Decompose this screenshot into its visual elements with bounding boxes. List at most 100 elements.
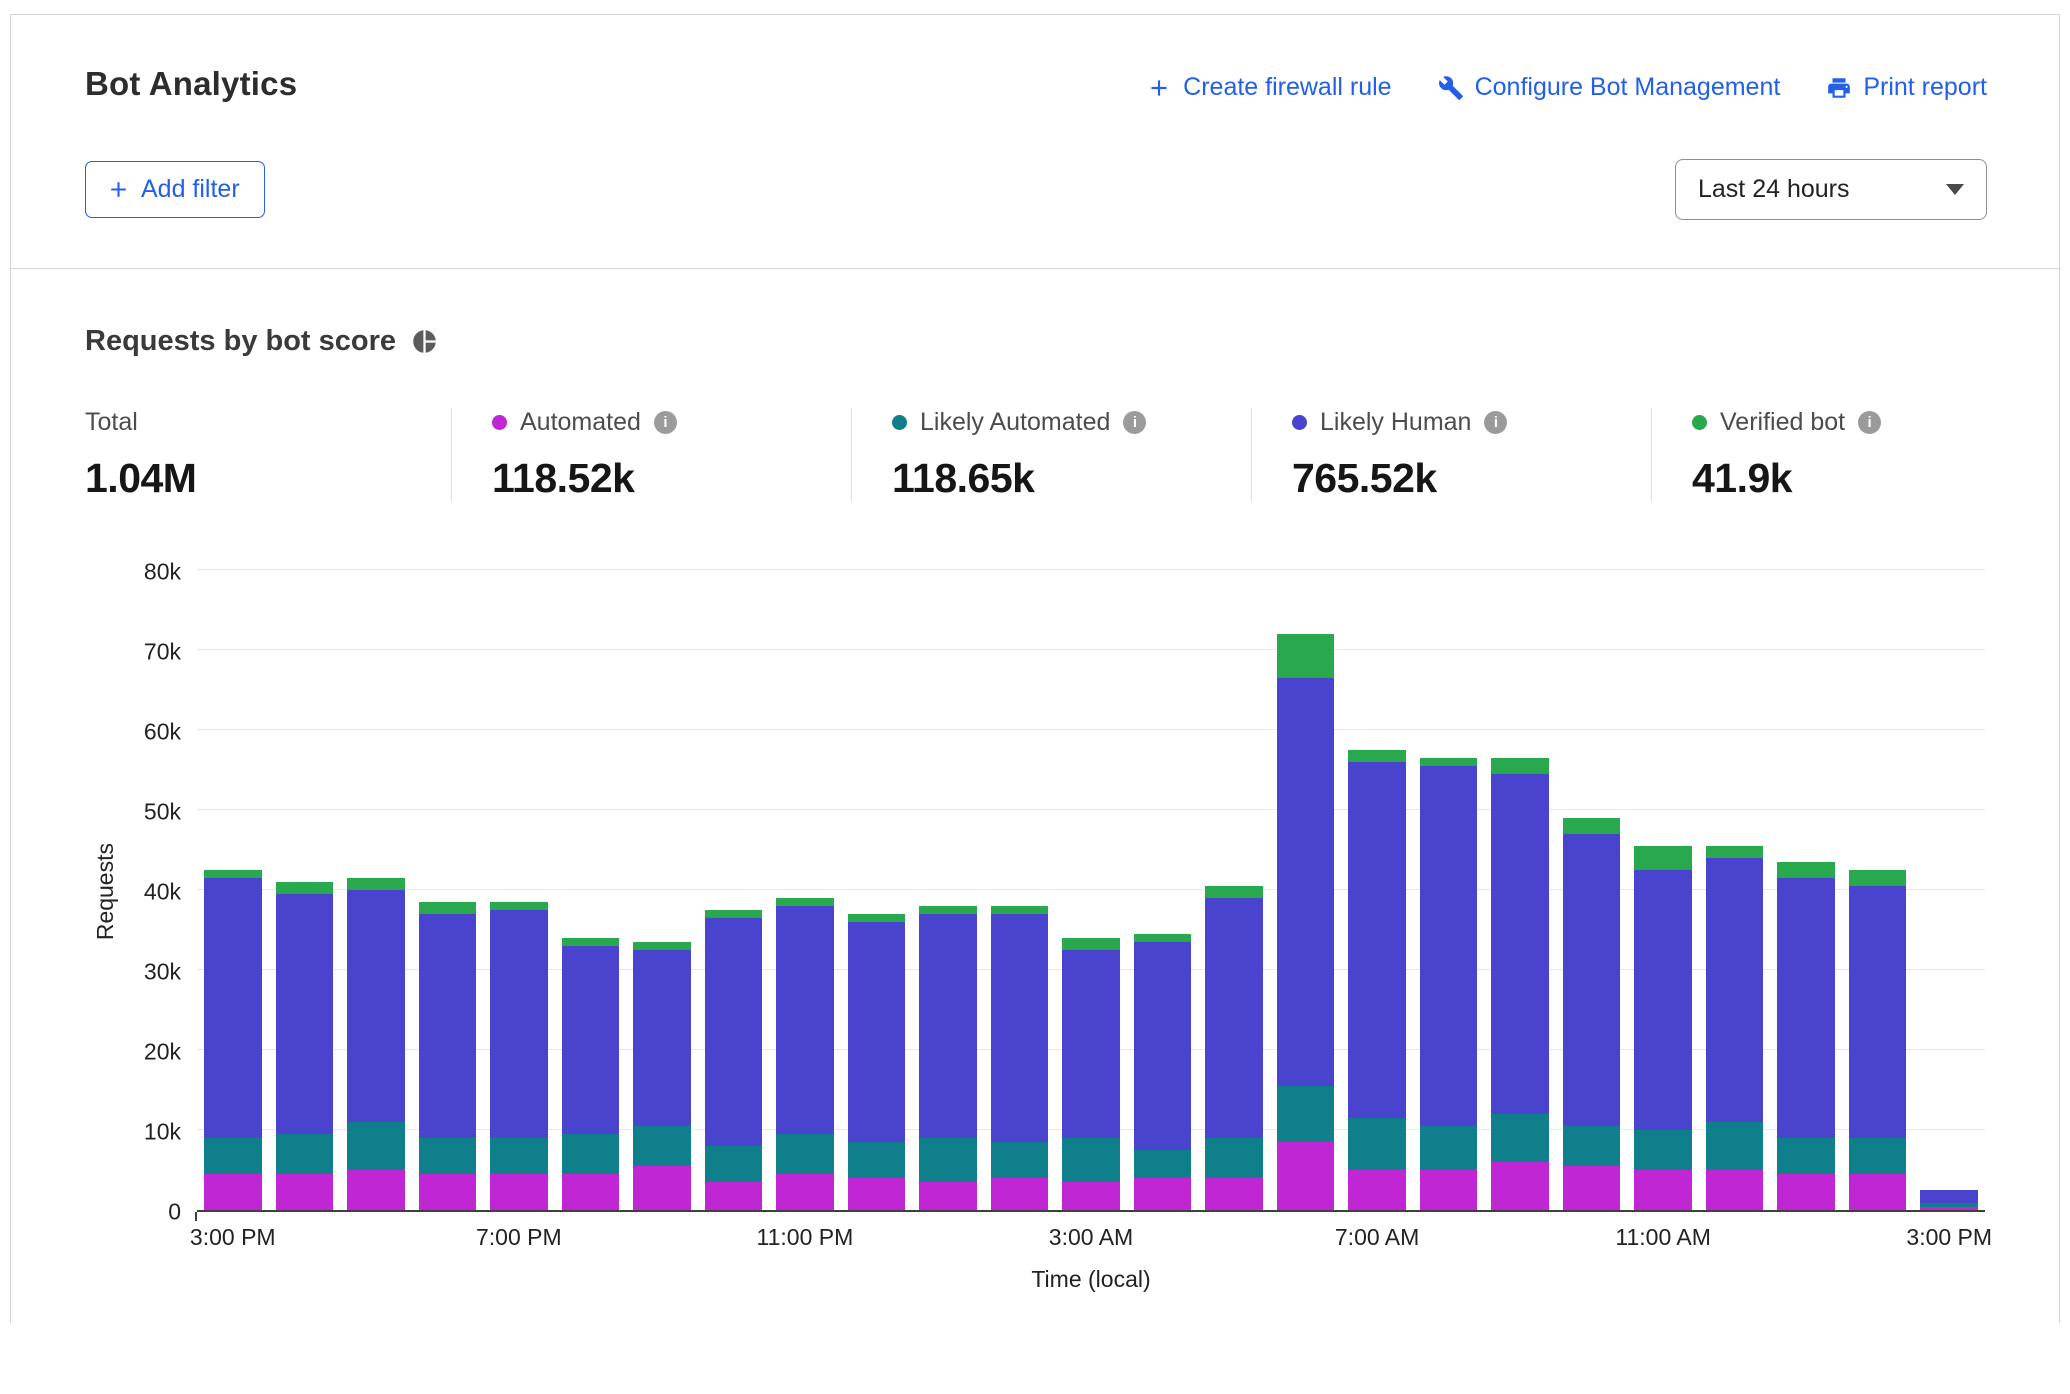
bar-segment-verified-bot[interactable]: [419, 902, 477, 914]
bar-segment-automated[interactable]: [562, 1174, 620, 1210]
bar-segment-automated[interactable]: [1420, 1170, 1478, 1210]
bar-segment-automated[interactable]: [276, 1174, 334, 1210]
bar-4[interactable]: [490, 902, 548, 1210]
bar-10[interactable]: [919, 906, 977, 1210]
bar-segment-automated[interactable]: [633, 1166, 691, 1210]
bar-segment-verified-bot[interactable]: [1205, 886, 1263, 898]
bar-segment-verified-bot[interactable]: [1491, 758, 1549, 774]
bar-segment-likely-human[interactable]: [347, 890, 405, 1122]
bar-segment-verified-bot[interactable]: [1777, 862, 1835, 878]
bar-segment-verified-bot[interactable]: [848, 914, 906, 922]
info-icon[interactable]: i: [1858, 411, 1881, 434]
bar-segment-likely-automated[interactable]: [347, 1122, 405, 1170]
bar-segment-likely-automated[interactable]: [919, 1138, 977, 1182]
bar-segment-likely-automated[interactable]: [1062, 1138, 1120, 1182]
bar-2[interactable]: [347, 878, 405, 1210]
bar-9[interactable]: [848, 914, 906, 1210]
bar-5[interactable]: [562, 938, 620, 1210]
info-icon[interactable]: i: [654, 411, 677, 434]
bar-22[interactable]: [1777, 862, 1835, 1210]
bar-18[interactable]: [1491, 758, 1549, 1210]
bar-segment-verified-bot[interactable]: [1634, 846, 1692, 870]
bar-segment-likely-human[interactable]: [490, 910, 548, 1138]
bar-segment-automated[interactable]: [1777, 1174, 1835, 1210]
bar-segment-likely-automated[interactable]: [848, 1142, 906, 1178]
bar-segment-likely-automated[interactable]: [1277, 1086, 1335, 1142]
bar-segment-likely-human[interactable]: [1849, 886, 1907, 1138]
bar-segment-likely-human[interactable]: [1062, 950, 1120, 1138]
bar-segment-verified-bot[interactable]: [1420, 758, 1478, 766]
bar-segment-verified-bot[interactable]: [991, 906, 1049, 914]
bar-segment-verified-bot[interactable]: [347, 878, 405, 890]
bar-segment-verified-bot[interactable]: [1706, 846, 1764, 858]
bar-segment-automated[interactable]: [204, 1174, 262, 1210]
bar-24[interactable]: [1920, 1190, 1978, 1210]
bar-segment-verified-bot[interactable]: [919, 906, 977, 914]
bar-segment-verified-bot[interactable]: [562, 938, 620, 946]
bar-segment-likely-automated[interactable]: [633, 1126, 691, 1166]
bar-segment-automated[interactable]: [776, 1174, 834, 1210]
bar-segment-likely-automated[interactable]: [276, 1134, 334, 1174]
bar-23[interactable]: [1849, 870, 1907, 1210]
bar-1[interactable]: [276, 882, 334, 1210]
bar-segment-likely-human[interactable]: [1706, 858, 1764, 1122]
bar-segment-likely-automated[interactable]: [1205, 1138, 1263, 1178]
bar-segment-likely-human[interactable]: [1920, 1190, 1978, 1203]
bar-20[interactable]: [1634, 846, 1692, 1210]
bar-segment-likely-human[interactable]: [1134, 942, 1192, 1150]
bar-12[interactable]: [1062, 938, 1120, 1210]
bar-segment-verified-bot[interactable]: [705, 910, 763, 918]
bar-segment-likely-human[interactable]: [562, 946, 620, 1134]
bar-0[interactable]: [204, 870, 262, 1210]
bar-segment-automated[interactable]: [919, 1182, 977, 1210]
time-range-select[interactable]: Last 24 hours: [1675, 159, 1987, 220]
bar-19[interactable]: [1563, 818, 1621, 1210]
bar-segment-likely-automated[interactable]: [1134, 1150, 1192, 1178]
bar-segment-verified-bot[interactable]: [1563, 818, 1621, 834]
bar-segment-likely-automated[interactable]: [490, 1138, 548, 1174]
bar-segment-verified-bot[interactable]: [1062, 938, 1120, 950]
bar-segment-verified-bot[interactable]: [1134, 934, 1192, 942]
bar-segment-automated[interactable]: [1849, 1174, 1907, 1210]
bar-segment-likely-human[interactable]: [1563, 834, 1621, 1126]
bar-segment-verified-bot[interactable]: [776, 898, 834, 906]
bar-segment-likely-human[interactable]: [919, 914, 977, 1138]
bar-segment-likely-human[interactable]: [633, 950, 691, 1126]
bar-segment-likely-automated[interactable]: [1634, 1130, 1692, 1170]
bar-segment-likely-automated[interactable]: [1348, 1118, 1406, 1170]
add-filter-button[interactable]: Add filter: [85, 161, 265, 218]
bar-segment-likely-human[interactable]: [705, 918, 763, 1146]
bar-16[interactable]: [1348, 750, 1406, 1210]
bar-segment-likely-automated[interactable]: [1849, 1138, 1907, 1174]
info-icon[interactable]: i: [1123, 411, 1146, 434]
bar-segment-automated[interactable]: [1062, 1182, 1120, 1210]
bar-segment-likely-automated[interactable]: [1420, 1126, 1478, 1170]
bar-segment-verified-bot[interactable]: [1277, 634, 1335, 678]
bar-segment-likely-human[interactable]: [204, 878, 262, 1138]
bar-segment-likely-automated[interactable]: [705, 1146, 763, 1182]
bar-segment-likely-automated[interactable]: [1491, 1114, 1549, 1162]
bar-segment-likely-human[interactable]: [1491, 774, 1549, 1114]
bar-segment-automated[interactable]: [1920, 1207, 1978, 1210]
bar-segment-likely-human[interactable]: [419, 914, 477, 1138]
bar-segment-likely-automated[interactable]: [1706, 1122, 1764, 1170]
bar-segment-automated[interactable]: [490, 1174, 548, 1210]
bar-7[interactable]: [705, 910, 763, 1210]
bar-segment-likely-human[interactable]: [1205, 898, 1263, 1138]
bar-segment-automated[interactable]: [1134, 1178, 1192, 1210]
bar-segment-automated[interactable]: [347, 1170, 405, 1210]
bar-segment-likely-automated[interactable]: [419, 1138, 477, 1174]
bar-21[interactable]: [1706, 846, 1764, 1210]
bar-segment-automated[interactable]: [419, 1174, 477, 1210]
bar-segment-likely-human[interactable]: [1348, 762, 1406, 1118]
bar-segment-verified-bot[interactable]: [1849, 870, 1907, 886]
bar-segment-verified-bot[interactable]: [490, 902, 548, 910]
bar-8[interactable]: [776, 898, 834, 1210]
configure-bot-management-link[interactable]: Configure Bot Management: [1438, 73, 1781, 102]
bar-6[interactable]: [633, 942, 691, 1210]
create-firewall-rule-link[interactable]: Create firewall rule: [1146, 73, 1391, 102]
bar-segment-likely-automated[interactable]: [991, 1142, 1049, 1178]
bar-segment-likely-human[interactable]: [276, 894, 334, 1134]
bar-segment-verified-bot[interactable]: [276, 882, 334, 894]
bar-15[interactable]: [1277, 634, 1335, 1210]
